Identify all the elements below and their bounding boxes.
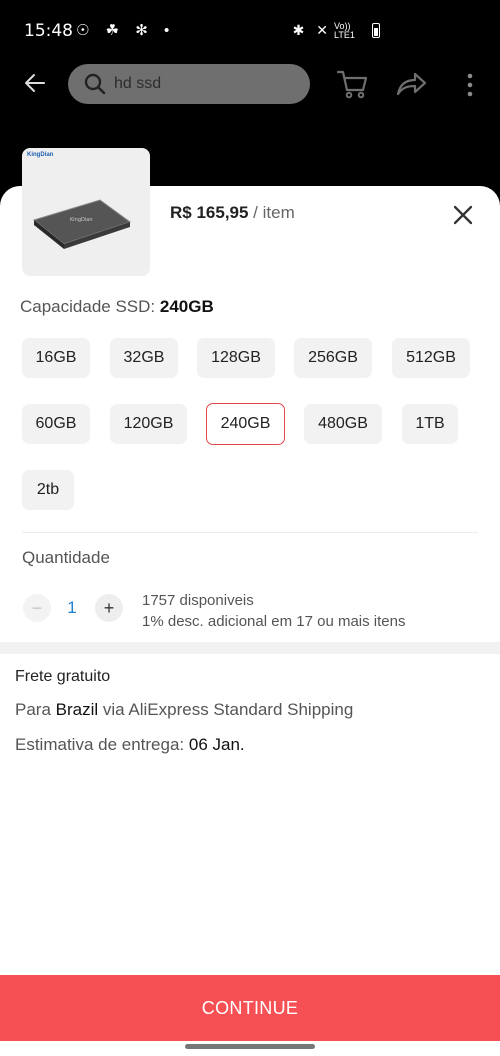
cart-button[interactable]: [336, 68, 370, 100]
ssd-image: KingDian: [32, 199, 132, 249]
arrow-left-icon: [25, 74, 45, 92]
home-indicator[interactable]: [185, 1044, 315, 1049]
capacity-label: Capacidade SSD:: [20, 297, 160, 316]
capacity-selected-value: 240GB: [159, 297, 214, 316]
capacity-title: Capacidade SSD: 240GB: [20, 297, 214, 317]
cart-icon: [336, 70, 368, 99]
app-bar: [0, 60, 500, 112]
free-shipping-label: Frete gratuito: [15, 668, 111, 685]
option-1tb[interactable]: 1TB: [402, 404, 458, 444]
back-button[interactable]: [20, 68, 50, 98]
network-label: Vo)) LTE1: [334, 21, 355, 40]
divider: [22, 532, 478, 533]
stock-available: 1757 disponiveis: [142, 592, 254, 609]
shipping-destination: Para Brazil via AliExpress Standard Ship…: [15, 700, 353, 720]
status-bar: 15:48 ☉ ☘ ✻ • ✱ ✕ Vo)) LTE1: [0, 0, 500, 60]
share-button[interactable]: [394, 68, 428, 100]
option-480gb[interactable]: 480GB: [304, 404, 382, 444]
continue-button[interactable]: CONTINUE: [0, 975, 500, 1041]
delivery-prefix: Estimativa de entrega:: [15, 735, 189, 754]
option-240gb-selected[interactable]: 240GB: [206, 403, 285, 445]
shipping-method: via AliExpress Standard Shipping: [98, 700, 354, 719]
bluetooth-mute-icons: ✱ ✕: [292, 22, 332, 38]
quantity-title: Quantidade: [22, 548, 110, 567]
quantity-value[interactable]: 1: [60, 598, 84, 618]
quantity-decrease-button[interactable]: −: [23, 594, 51, 622]
option-128gb[interactable]: 128GB: [197, 338, 275, 378]
svg-text:KingDian: KingDian: [70, 217, 92, 223]
status-time: 15:48: [24, 21, 73, 41]
product-price: R$ 165,95 / item: [170, 203, 295, 223]
notification-icons: ☉ ☘ ✻ •: [76, 22, 176, 39]
product-thumbnail: KingDian KingDian: [22, 148, 150, 276]
bulk-discount-note: 1% desc. adicional em 17 ou mais itens: [142, 613, 406, 630]
option-256gb[interactable]: 256GB: [294, 338, 372, 378]
option-120gb[interactable]: 120GB: [110, 404, 187, 444]
delivery-date: 06 Jan.: [188, 735, 245, 754]
search-box[interactable]: [68, 64, 310, 104]
delivery-estimate: Estimativa de entrega: 06 Jan.: [15, 735, 245, 755]
price-unit: / item: [248, 203, 295, 222]
quantity-increase-button[interactable]: +: [95, 594, 123, 622]
option-16gb[interactable]: 16GB: [22, 338, 90, 378]
more-options-button[interactable]: [460, 70, 480, 100]
shipping-country: Brazil: [55, 700, 99, 719]
more-vertical-icon: [467, 73, 473, 97]
close-icon: [453, 205, 473, 225]
close-button[interactable]: [452, 204, 474, 226]
price-value: R$ 165,95: [170, 203, 249, 222]
share-icon: [396, 72, 427, 96]
option-60gb[interactable]: 60GB: [22, 404, 90, 444]
battery-icon: [372, 23, 380, 38]
option-512gb[interactable]: 512GB: [392, 338, 470, 378]
option-32gb[interactable]: 32GB: [110, 338, 178, 378]
search-icon: [84, 73, 106, 95]
search-input[interactable]: [114, 73, 294, 95]
option-2tb[interactable]: 2tb: [22, 470, 74, 510]
section-separator: [0, 642, 500, 654]
shipping-to-prefix: Para: [15, 700, 56, 719]
